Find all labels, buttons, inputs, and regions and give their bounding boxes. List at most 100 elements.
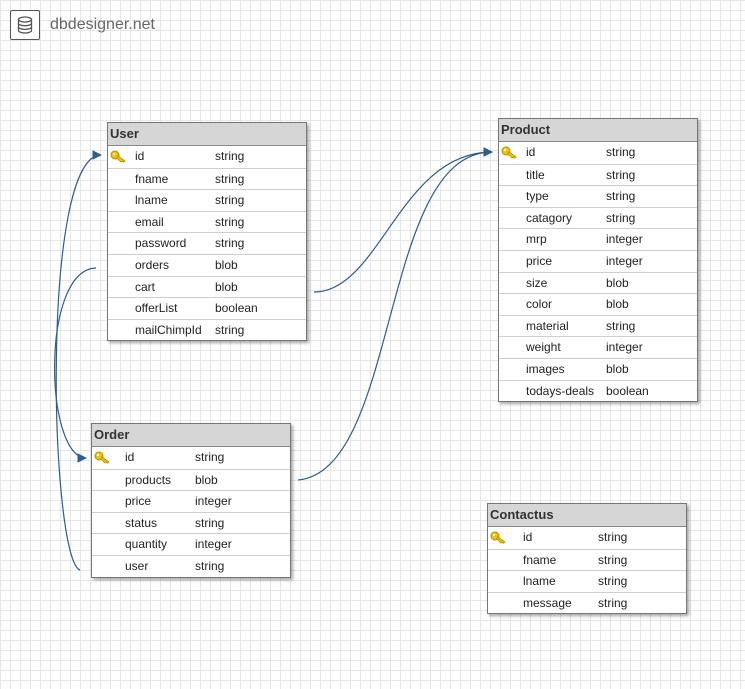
field-row[interactable]: catagory string: [499, 206, 697, 229]
field-name: user: [125, 558, 149, 573]
field-type: string: [215, 236, 245, 251]
field-name: id: [125, 450, 135, 464]
field-name: mrp: [526, 232, 547, 247]
field-row[interactable]: todays-deals boolean: [499, 379, 697, 402]
field-type: blob: [606, 361, 629, 376]
field-type: string: [195, 515, 225, 530]
field-row[interactable]: lname string: [108, 189, 306, 211]
field-row[interactable]: mrp integer: [499, 228, 697, 250]
field-name: lname: [135, 193, 168, 208]
table-user[interactable]: User id string fname string lname string email…: [107, 122, 307, 342]
field-type: string: [598, 574, 628, 589]
field-name: password: [135, 236, 187, 251]
field-type: string: [598, 552, 628, 567]
field-row[interactable]: material string: [499, 314, 697, 337]
field-name: material: [526, 318, 569, 333]
field-type: blob: [215, 279, 238, 294]
field-row[interactable]: type string: [499, 185, 697, 207]
field-row[interactable]: size blob: [499, 271, 697, 294]
field-row[interactable]: color blob: [499, 293, 697, 315]
field-row[interactable]: email string: [108, 210, 306, 233]
field-row[interactable]: fname string: [108, 167, 306, 190]
field-name: email: [135, 214, 164, 229]
table-order[interactable]: Order id string products blob price integer st…: [91, 423, 291, 578]
field-row[interactable]: id string: [108, 146, 306, 168]
table-product[interactable]: Product id string title string type string cat…: [498, 118, 698, 403]
table-title: Order: [92, 424, 290, 447]
field-row[interactable]: password string: [108, 232, 306, 254]
table-title: Contactus: [488, 504, 686, 527]
field-name: id: [135, 149, 145, 163]
field-row[interactable]: orders blob: [108, 253, 306, 276]
field-name: message: [523, 595, 572, 610]
field-row[interactable]: cart blob: [108, 275, 306, 298]
field-type: string: [215, 322, 245, 337]
relation-order-products-to-product-id[interactable]: [297, 147, 493, 481]
primary-key-icon: [501, 145, 517, 159]
field-name: offerList: [135, 301, 178, 316]
field-row[interactable]: quantity integer: [92, 533, 290, 555]
field-row[interactable]: id string: [488, 527, 686, 549]
field-type: string: [606, 189, 636, 204]
field-type: string: [606, 210, 636, 225]
field-name: cart: [135, 279, 156, 294]
field-name: size: [526, 275, 548, 290]
field-name: price: [125, 494, 152, 509]
field-type: string: [606, 167, 636, 182]
fields: id string fname string lname string email strin…: [108, 146, 306, 340]
field-type: integer: [606, 232, 643, 247]
field-name: id: [523, 530, 533, 544]
field-type: blob: [215, 257, 238, 272]
field-row[interactable]: lname string: [488, 570, 686, 592]
field-type: string: [195, 558, 225, 573]
primary-key-icon: [94, 450, 110, 464]
field-name: products: [125, 472, 172, 487]
fields: id string products blob price integer status st…: [92, 447, 290, 577]
primary-key-icon: [110, 149, 126, 163]
field-type: string: [215, 214, 245, 229]
field-row[interactable]: offerList boolean: [108, 297, 306, 319]
field-type: string: [215, 193, 245, 208]
field-type: string: [215, 149, 245, 163]
field-type: integer: [195, 494, 232, 509]
field-row[interactable]: user string: [92, 554, 290, 577]
field-type: string: [195, 450, 225, 464]
field-name: todays-deals: [526, 383, 595, 398]
field-row[interactable]: message string: [488, 591, 686, 614]
field-name: orders: [135, 257, 170, 272]
field-row[interactable]: id string: [499, 142, 697, 164]
field-type: boolean: [215, 301, 258, 316]
field-type: string: [598, 530, 628, 544]
field-name: fname: [135, 171, 169, 186]
relation-user-orders-to-order-id[interactable]: [54, 267, 97, 463]
field-row[interactable]: status string: [92, 511, 290, 534]
field-row[interactable]: title string: [499, 163, 697, 186]
field-name: mailChimpId: [135, 322, 202, 337]
field-type: string: [606, 318, 636, 333]
field-name: lname: [523, 574, 556, 589]
field-name: images: [526, 361, 565, 376]
field-row[interactable]: id string: [92, 447, 290, 469]
field-name: fname: [523, 552, 557, 567]
field-name: type: [526, 189, 549, 204]
field-row[interactable]: mailChimpId string: [108, 318, 306, 341]
field-type: blob: [195, 472, 218, 487]
field-name: catagory: [526, 210, 573, 225]
primary-key-icon: [490, 530, 506, 544]
fields: id string fname string lname string message str…: [488, 527, 686, 613]
field-type: blob: [606, 297, 629, 312]
field-type: integer: [195, 537, 232, 552]
field-type: blob: [606, 275, 629, 290]
table-title: User: [108, 123, 306, 146]
table-contactus[interactable]: Contactus id string fname string lname string…: [487, 503, 687, 615]
field-type: string: [606, 145, 636, 159]
field-row[interactable]: price integer: [499, 249, 697, 272]
field-name: title: [526, 167, 545, 182]
field-name: status: [125, 515, 158, 530]
field-row[interactable]: fname string: [488, 548, 686, 571]
field-row[interactable]: weight integer: [499, 336, 697, 358]
field-row[interactable]: products blob: [92, 468, 290, 491]
field-row[interactable]: images blob: [499, 357, 697, 380]
field-row[interactable]: price integer: [92, 490, 290, 512]
field-name: quantity: [125, 537, 168, 552]
